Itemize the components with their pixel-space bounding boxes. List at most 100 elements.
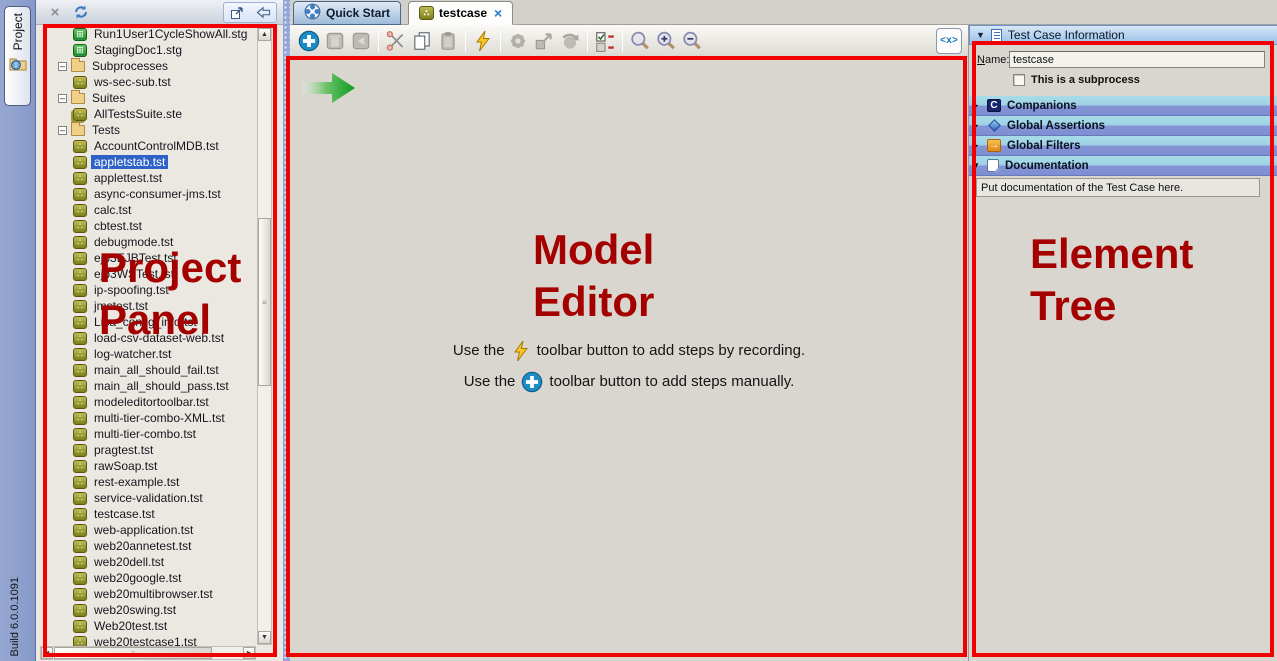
- model-editor-canvas[interactable]: Use the toolbar button to add steps by re…: [290, 57, 968, 661]
- chevron-right-icon[interactable]: ►: [972, 141, 981, 150]
- tree-item[interactable]: ∴web20multibrowser.tst: [41, 586, 257, 602]
- chevron-down-icon[interactable]: ▼: [976, 30, 985, 40]
- collapse-minus-icon[interactable]: –: [58, 94, 67, 103]
- refresh-icon[interactable]: [72, 3, 90, 21]
- section-companions[interactable]: ►CCompanions: [969, 96, 1277, 116]
- cut-button[interactable]: [383, 28, 409, 54]
- tab-testcase[interactable]: ∴ testcase ×: [408, 1, 513, 25]
- tree-item[interactable]: ∴ calc.tst: [41, 202, 257, 218]
- tree-item[interactable]: ∴ejb3EJBTest.tst: [41, 250, 257, 266]
- toggle-checklist-button[interactable]: [592, 28, 618, 54]
- documentation-textarea[interactable]: Put documentation of the Test Case here.: [976, 178, 1260, 197]
- project-dock-tab[interactable]: Project: [4, 6, 31, 106]
- tree-item[interactable]: ∴ip-spoofing.tst: [41, 282, 257, 298]
- tree-item-label: jmstest.tst: [91, 299, 151, 313]
- tree-item[interactable]: ∴log-watcher.tst: [41, 346, 257, 362]
- section-documentation[interactable]: ▼ Documentation: [969, 156, 1277, 176]
- tree-item[interactable]: ∴testcase.tst: [41, 506, 257, 522]
- section-global-filters[interactable]: ►→Global Filters: [969, 136, 1277, 156]
- close-icon[interactable]: ×: [494, 5, 502, 21]
- tree-item[interactable]: ∴web20dell.tst: [41, 554, 257, 570]
- build-version-label: Build 6.0.0.1091: [9, 577, 21, 657]
- tree-item[interactable]: ∴Web20test.tst: [41, 618, 257, 634]
- tst-icon: ∴: [73, 220, 87, 233]
- zoom-actual-button[interactable]: [627, 28, 653, 54]
- tree-item[interactable]: –Tests: [41, 122, 257, 138]
- tree-item[interactable]: ∴jmstest.tst: [41, 298, 257, 314]
- tree-item[interactable]: ∴modeleditortoolbar.tst: [41, 394, 257, 410]
- test-case-information-header[interactable]: ▼ Test Case Information: [969, 25, 1277, 45]
- instruction-text: toolbar button to add steps by recording…: [537, 342, 806, 359]
- scroll-up-icon[interactable]: ▲: [258, 28, 271, 41]
- tab-quick-start[interactable]: Quick Start: [293, 1, 401, 25]
- xml-view-button[interactable]: <x>: [936, 28, 962, 54]
- folder-icon: [71, 125, 85, 136]
- green-arrow-icon: [300, 69, 358, 112]
- tree-horizontal-scrollbar[interactable]: ◄ ≡ ►: [40, 646, 256, 660]
- project-dock-tab-label: Project: [11, 13, 25, 50]
- tree-item[interactable]: ∴multi-tier-combo.tst: [41, 426, 257, 442]
- tst-icon: ∴: [73, 204, 87, 217]
- tree-item[interactable]: ∴ws-sec-sub.tst: [41, 74, 257, 90]
- close-icon[interactable]: ×: [46, 3, 64, 21]
- tree-vertical-scrollbar[interactable]: ▲ ≡ ▼: [257, 27, 272, 645]
- tree-item-label: ejb3WSTest.tst: [91, 267, 177, 281]
- scroll-right-icon[interactable]: ►: [243, 647, 255, 659]
- tree-item[interactable]: ∴pragtest.tst: [41, 442, 257, 458]
- scrollbar-thumb[interactable]: ≡: [258, 218, 271, 386]
- name-field[interactable]: [1009, 51, 1265, 68]
- tree-item-label: AllTestsSuite.ste: [91, 107, 185, 121]
- tree-item[interactable]: –Suites: [41, 90, 257, 106]
- zoom-out-button[interactable]: [679, 28, 705, 54]
- tree-item[interactable]: ∴main_all_should_fail.tst: [41, 362, 257, 378]
- tree-item[interactable]: ∴main_all_should_pass.tst: [41, 378, 257, 394]
- tree-item[interactable]: ∴async-consumer-jms.tst: [41, 186, 257, 202]
- tree-item[interactable]: ∴web-application.tst: [41, 522, 257, 538]
- tree-item[interactable]: ∴rest-example.tst: [41, 474, 257, 490]
- tree-item[interactable]: ⊞StagingDoc1.stg: [41, 42, 257, 58]
- tree-item[interactable]: ∴web20swing.tst: [41, 602, 257, 618]
- section-label: Documentation: [1005, 160, 1089, 172]
- tree-item[interactable]: ∴AllTestsSuite.ste: [41, 106, 257, 122]
- tree-item[interactable]: ∴applettest.tst: [41, 170, 257, 186]
- tree-item[interactable]: ∴web20annetest.tst: [41, 538, 257, 554]
- maximize-icon[interactable]: [228, 4, 246, 22]
- collapse-minus-icon[interactable]: –: [58, 62, 67, 71]
- pinwheel-icon: [304, 3, 321, 23]
- tst-icon: ∴: [73, 380, 87, 393]
- chevron-right-icon[interactable]: ►: [972, 121, 981, 130]
- tree-item[interactable]: ∴rawSoap.tst: [41, 458, 257, 474]
- chevron-down-icon[interactable]: ▼: [972, 161, 981, 170]
- chevron-right-icon[interactable]: ►: [972, 101, 981, 110]
- tree-item-label: calc.tst: [91, 203, 134, 217]
- record-button[interactable]: [470, 28, 496, 54]
- tree-item-label: pragtest.tst: [91, 443, 156, 457]
- copy-button[interactable]: [409, 28, 435, 54]
- tree-item[interactable]: ∴service-validation.tst: [41, 490, 257, 506]
- subprocess-checkbox[interactable]: [1013, 74, 1025, 86]
- collapse-minus-icon[interactable]: –: [58, 126, 67, 135]
- panel-splitter[interactable]: [283, 0, 290, 661]
- tree-item[interactable]: ∴web20google.tst: [41, 570, 257, 586]
- tree-item[interactable]: ∴load-csv-dataset-web.tst: [41, 330, 257, 346]
- instruction-text: Use the: [453, 342, 505, 359]
- tree-item-label: web20annetest.tst: [91, 539, 194, 553]
- zoom-in-button[interactable]: [653, 28, 679, 54]
- tree-item[interactable]: ∴AccountControlMDB.tst: [41, 138, 257, 154]
- section-global-assertions[interactable]: ►Global Assertions: [969, 116, 1277, 136]
- add-step-button[interactable]: [296, 28, 322, 54]
- tree-item-label: Lisa_config_info.tst: [91, 315, 200, 329]
- tst-icon: ∴: [73, 396, 87, 409]
- tree-item[interactable]: ∴Lisa_config_info.tst: [41, 314, 257, 330]
- scroll-left-icon[interactable]: ◄: [41, 647, 53, 659]
- tree-item[interactable]: ∴multi-tier-combo-XML.tst: [41, 410, 257, 426]
- tree-item[interactable]: ∴cbtest.tst: [41, 218, 257, 234]
- collapse-left-icon[interactable]: [254, 4, 272, 22]
- tree-item[interactable]: ∴ejb3WSTest.tst: [41, 266, 257, 282]
- scrollbar-thumb[interactable]: ≡: [54, 647, 212, 659]
- tree-item[interactable]: ⊞Run1User1CycleShowAll.stg: [41, 26, 257, 42]
- tree-item[interactable]: ∴appletstab.tst: [41, 154, 257, 170]
- tree-item[interactable]: ∴debugmode.tst: [41, 234, 257, 250]
- tree-item[interactable]: –Subprocesses: [41, 58, 257, 74]
- scroll-down-icon[interactable]: ▼: [258, 631, 271, 644]
